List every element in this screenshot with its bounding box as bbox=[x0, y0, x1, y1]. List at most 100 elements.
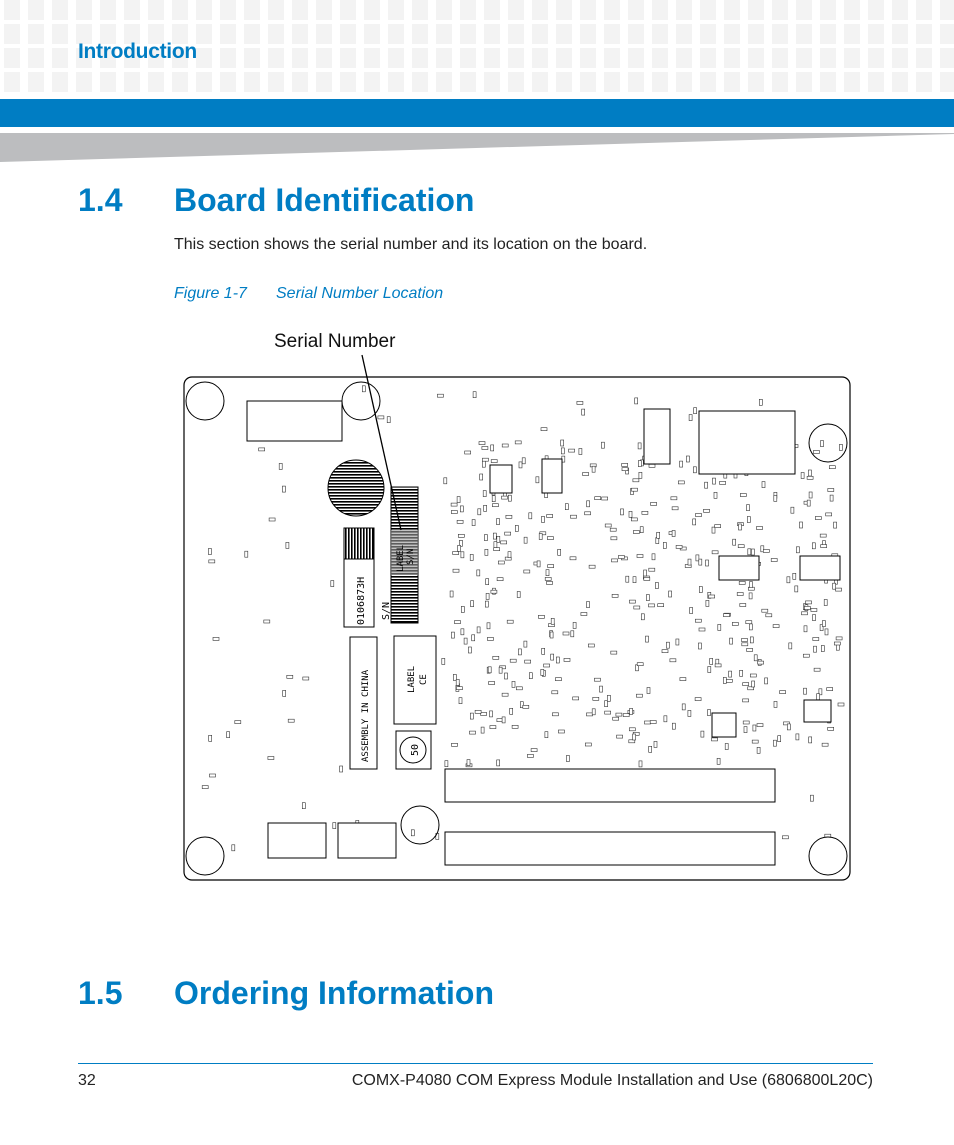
mounting-hole bbox=[341, 381, 381, 421]
smd-component bbox=[722, 677, 727, 684]
smd-component bbox=[493, 541, 498, 549]
smd-component bbox=[476, 626, 481, 634]
smd-component bbox=[788, 642, 793, 650]
smd-component bbox=[739, 493, 747, 497]
smd-component bbox=[688, 414, 693, 421]
smd-component bbox=[822, 620, 826, 627]
smd-component bbox=[604, 700, 608, 708]
smd-component bbox=[586, 712, 593, 717]
label-sn-text: S/N bbox=[406, 549, 416, 565]
smd-component bbox=[443, 477, 448, 485]
smd-component bbox=[739, 669, 743, 677]
smd-component bbox=[694, 618, 702, 623]
smd-component bbox=[839, 444, 843, 451]
mounting-hole bbox=[185, 381, 225, 421]
smd-component bbox=[650, 502, 657, 506]
smd-component bbox=[651, 553, 656, 561]
smd-component bbox=[738, 581, 746, 585]
smd-component bbox=[811, 542, 816, 550]
smd-component bbox=[621, 467, 629, 472]
smd-component bbox=[641, 510, 649, 515]
smd-component bbox=[675, 545, 683, 549]
connector-j1 bbox=[444, 768, 776, 803]
smd-component bbox=[244, 550, 249, 558]
smd-component bbox=[638, 471, 643, 479]
smd-component bbox=[452, 551, 460, 555]
smd-component bbox=[485, 593, 490, 600]
smd-component bbox=[719, 481, 726, 485]
board-diagram: 0106873H LABEL S/N S/N ASSEMBLY IN CHINA… bbox=[183, 354, 851, 881]
smd-component bbox=[464, 450, 472, 455]
smd-component bbox=[282, 485, 286, 493]
smd-component bbox=[511, 681, 516, 688]
smd-component bbox=[737, 544, 745, 549]
smd-component bbox=[709, 658, 714, 665]
smd-component bbox=[707, 709, 711, 716]
smd-component bbox=[742, 720, 750, 725]
smd-component bbox=[708, 594, 716, 599]
smd-component bbox=[437, 393, 444, 398]
smd-component bbox=[451, 631, 455, 639]
smd-component bbox=[518, 648, 522, 656]
smd-component bbox=[450, 502, 458, 507]
smd-component bbox=[625, 575, 630, 583]
smd-component bbox=[633, 605, 641, 610]
smd-component bbox=[509, 707, 514, 715]
smd-component bbox=[814, 516, 822, 520]
smd-component bbox=[572, 622, 577, 629]
smd-component bbox=[601, 441, 605, 449]
smd-component bbox=[725, 678, 733, 683]
smd-component bbox=[656, 531, 661, 539]
smd-component bbox=[679, 460, 683, 468]
smd-component bbox=[711, 526, 716, 534]
smd-component bbox=[828, 465, 836, 470]
smd-component bbox=[545, 569, 550, 577]
smd-component bbox=[729, 637, 733, 645]
smd-component bbox=[686, 455, 690, 463]
smd-component bbox=[628, 727, 636, 732]
smd-component bbox=[501, 443, 509, 448]
smd-component bbox=[637, 460, 642, 467]
smd-component bbox=[460, 551, 465, 559]
smd-component bbox=[751, 548, 755, 556]
smd-component bbox=[610, 650, 618, 655]
smd-component bbox=[479, 473, 484, 481]
smd-component bbox=[267, 756, 275, 760]
smd-component bbox=[278, 463, 283, 470]
smd-component bbox=[611, 593, 619, 598]
smd-component bbox=[509, 658, 517, 663]
smd-component bbox=[460, 606, 465, 613]
smd-component bbox=[489, 725, 497, 729]
smd-component bbox=[540, 669, 545, 676]
smd-component bbox=[586, 500, 590, 508]
smd-component bbox=[746, 504, 750, 512]
smd-component bbox=[516, 591, 521, 598]
smd-component bbox=[544, 577, 552, 581]
smd-component bbox=[522, 704, 530, 709]
smd-component bbox=[723, 613, 730, 617]
smd-component bbox=[717, 624, 722, 631]
smd-component bbox=[463, 637, 468, 645]
smd-component bbox=[611, 558, 618, 563]
smd-component bbox=[712, 477, 716, 485]
smd-component bbox=[544, 731, 549, 739]
smd-component bbox=[777, 735, 782, 743]
smd-component bbox=[507, 494, 512, 502]
smd-component bbox=[474, 709, 482, 714]
smd-component bbox=[630, 517, 638, 522]
smd-component bbox=[837, 702, 845, 707]
part-number-label: 0106873H bbox=[356, 577, 367, 625]
smd-component bbox=[546, 514, 554, 518]
smd-component bbox=[505, 514, 513, 519]
smd-component bbox=[675, 638, 680, 646]
smd-component bbox=[570, 514, 577, 519]
smd-component bbox=[549, 631, 554, 639]
smd-component bbox=[492, 532, 497, 540]
smd-component bbox=[468, 646, 472, 654]
smd-component bbox=[480, 712, 487, 716]
smd-component bbox=[648, 567, 656, 572]
smd-component bbox=[794, 585, 799, 593]
smd-component bbox=[640, 613, 645, 621]
smd-component bbox=[724, 743, 729, 750]
smd-component bbox=[749, 581, 753, 588]
